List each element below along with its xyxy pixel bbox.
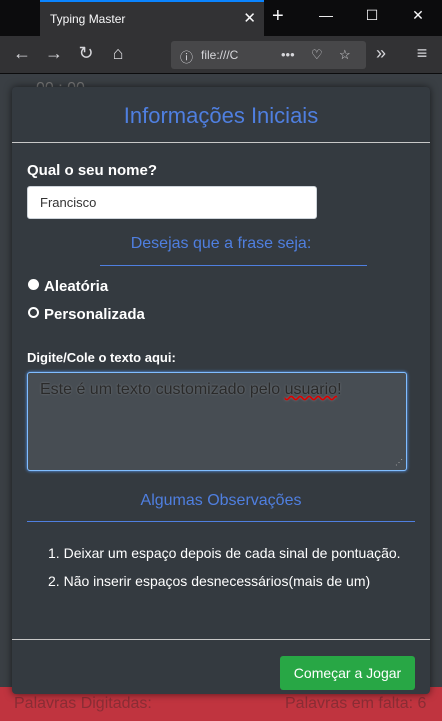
radio-random[interactable]: Aleatória [28, 278, 108, 295]
bookmark-star-icon[interactable]: ☆ [339, 47, 351, 63]
browser-tab[interactable]: Typing Master ✕ [40, 0, 264, 36]
minimize-icon[interactable]: — [316, 7, 336, 23]
hamburger-menu-icon[interactable]: ≡ [410, 43, 434, 64]
header-divider [12, 142, 430, 143]
maximize-icon[interactable]: ☐ [362, 7, 382, 24]
start-game-button[interactable]: Começar a Jogar [280, 656, 415, 690]
window-close-icon[interactable]: ✕ [408, 7, 428, 24]
radio-custom-label: Personalizada [44, 306, 145, 323]
phrase-divider [100, 265, 367, 266]
close-tab-icon[interactable]: ✕ [243, 9, 256, 27]
radio-unselected-icon[interactable] [28, 307, 39, 318]
observations-list: 1. Deixar um espaço depois de cada sinal… [48, 542, 408, 598]
typed-words-label: Palavras Digitadas: [14, 695, 152, 712]
browser-tab-bar: Typing Master ✕ + — ☐ ✕ [0, 0, 442, 36]
reload-icon[interactable]: ↻ [74, 43, 98, 64]
url-text: file:///C [201, 48, 239, 62]
pocket-icon[interactable]: ♡ [311, 47, 323, 63]
more-actions-icon[interactable]: ••• [281, 47, 295, 62]
radio-selected-icon[interactable] [28, 279, 39, 290]
list-item: 2. Não inserir espaços desnecessários(ma… [48, 573, 371, 589]
new-tab-icon[interactable]: + [272, 5, 284, 28]
observations-divider [27, 521, 415, 522]
initial-info-modal: Informações Iniciais Qual o seu nome? Fr… [12, 87, 430, 694]
info-icon[interactable]: ⓘ [180, 47, 193, 66]
back-icon[interactable]: ← [10, 43, 34, 64]
textarea-content: Este é um texto customizado pelo usuario… [40, 381, 342, 398]
custom-text-area[interactable]: Este é um texto customizado pelo usuario… [27, 372, 407, 471]
forward-icon[interactable]: → [42, 43, 66, 64]
name-input[interactable]: Francisco [27, 186, 317, 219]
footer-divider [12, 639, 430, 640]
missing-words-label: Palavras em falta: 6 [285, 695, 427, 712]
url-bar[interactable]: ⓘ file:///C ••• ♡ ☆ [171, 41, 366, 69]
resize-handle-icon[interactable]: ⋰ [395, 458, 403, 467]
tab-title: Typing Master [50, 12, 126, 26]
radio-custom[interactable]: Personalizada [28, 306, 145, 323]
overflow-menu-icon[interactable]: » [369, 43, 393, 64]
list-item: 1. Deixar um espaço depois de cada sinal… [48, 545, 401, 561]
home-icon[interactable]: ⌂ [106, 43, 130, 64]
browser-nav-bar: ← → ↻ ⌂ ⓘ file:///C ••• ♡ ☆ » ≡ [0, 36, 442, 74]
phrase-type-title: Desejas que a frase seja: [130, 235, 312, 252]
observations-title: Algumas Observações [140, 492, 302, 509]
text-label: Digite/Cole o texto aqui: [27, 350, 176, 365]
name-label: Qual o seu nome? [27, 162, 158, 179]
radio-random-label: Aleatória [44, 278, 109, 295]
modal-title: Informações Iniciais [123, 103, 319, 128]
